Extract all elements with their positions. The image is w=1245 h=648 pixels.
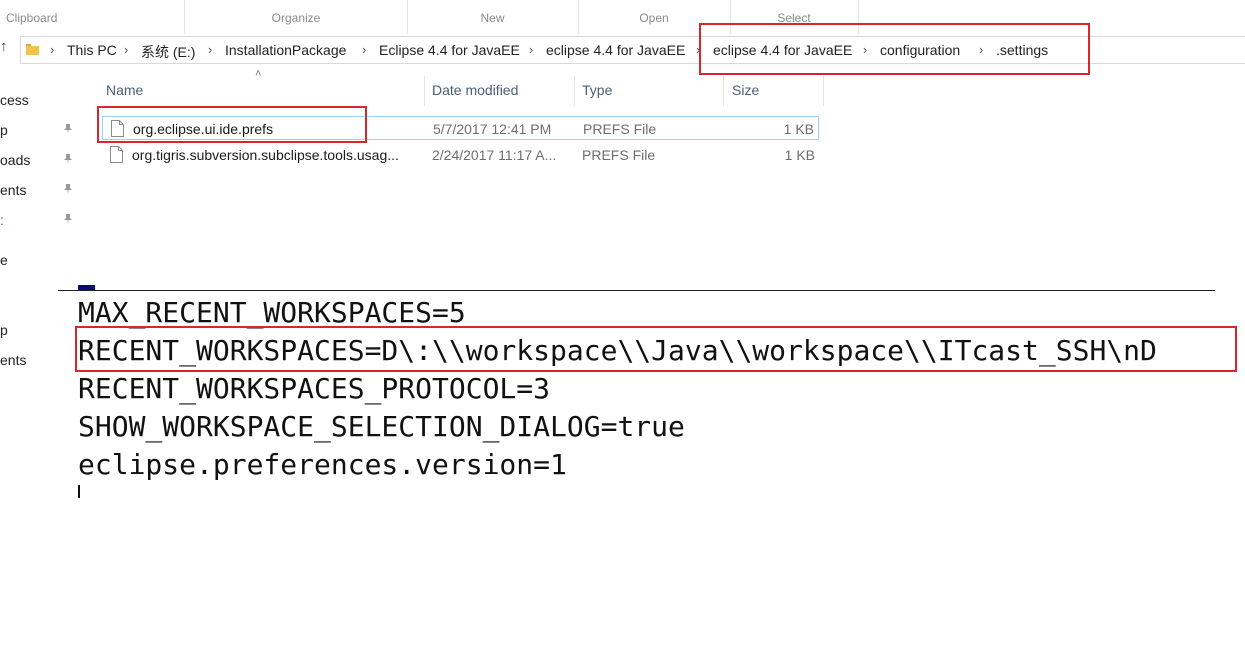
nav-item-downloads[interactable]: oads bbox=[0, 152, 30, 168]
pin-icon bbox=[64, 214, 72, 224]
breadcrumb-drive-e[interactable]: 系统 (E:) bbox=[141, 42, 195, 62]
editor-divider bbox=[58, 290, 1215, 291]
column-header-name[interactable]: Name bbox=[106, 82, 143, 98]
sort-ascending-icon: ˄ bbox=[255, 68, 262, 80]
pin-icon bbox=[64, 184, 72, 194]
ribbon-group-new: New bbox=[407, 0, 579, 34]
nav-item-pictures[interactable]: : bbox=[0, 212, 4, 228]
nav-item-documents-2[interactable]: ents bbox=[0, 352, 26, 368]
editor-line-1: MAX_RECENT_WORKSPACES=5 bbox=[78, 296, 466, 329]
column-divider[interactable] bbox=[574, 76, 575, 106]
text-cursor bbox=[78, 485, 80, 498]
file-icon bbox=[110, 146, 123, 163]
breadcrumb-this-pc[interactable]: This PC bbox=[67, 42, 117, 58]
chevron-right-icon[interactable]: › bbox=[124, 42, 128, 57]
file-type: PREFS File bbox=[582, 147, 656, 163]
file-date: 2/24/2017 11:17 A... bbox=[432, 147, 557, 163]
file-size: 1 KB bbox=[783, 121, 814, 137]
file-size: 1 KB bbox=[784, 147, 815, 163]
column-divider[interactable] bbox=[424, 76, 425, 106]
column-header-date[interactable]: Date modified bbox=[432, 82, 518, 98]
editor-line-4: SHOW_WORKSPACE_SELECTION_DIALOG=true bbox=[78, 410, 685, 443]
nav-item-documents[interactable]: ents bbox=[0, 182, 26, 198]
pin-icon bbox=[64, 154, 72, 164]
chevron-right-icon[interactable]: › bbox=[208, 42, 212, 57]
pin-icon bbox=[64, 124, 72, 134]
highlight-box-file bbox=[97, 106, 367, 143]
file-name: org.tigris.subversion.subclipse.tools.us… bbox=[132, 147, 399, 163]
nav-item-quick-access[interactable]: cess bbox=[0, 92, 29, 108]
chevron-right-icon[interactable]: › bbox=[529, 42, 533, 57]
column-divider[interactable] bbox=[723, 76, 724, 106]
editor-line-5: eclipse.preferences.version=1 bbox=[78, 448, 567, 481]
ribbon-group-organize: Organize bbox=[185, 0, 408, 34]
file-date: 5/7/2017 12:41 PM bbox=[433, 121, 552, 137]
nav-item-desktop-2[interactable]: p bbox=[0, 322, 8, 338]
highlight-box-line bbox=[75, 326, 1237, 372]
nav-item-desktop[interactable]: p bbox=[0, 122, 8, 138]
breadcrumb-eclipse-2[interactable]: eclipse 4.4 for JavaEE bbox=[546, 42, 685, 58]
editor-line-3: RECENT_WORKSPACES_PROTOCOL=3 bbox=[78, 372, 551, 405]
nav-item-folder[interactable]: e bbox=[0, 252, 8, 268]
chevron-right-icon[interactable]: › bbox=[362, 42, 366, 57]
folder-icon bbox=[26, 44, 39, 55]
breadcrumb-eclipse-1[interactable]: Eclipse 4.4 for JavaEE bbox=[379, 42, 520, 58]
file-type: PREFS File bbox=[583, 121, 657, 137]
column-header-type[interactable]: Type bbox=[582, 82, 612, 98]
ribbon-group-clipboard: Clipboard bbox=[0, 0, 185, 34]
highlight-box-path bbox=[699, 23, 1090, 75]
breadcrumb-installationpackage[interactable]: InstallationPackage bbox=[225, 42, 346, 58]
chevron-right-icon[interactable]: › bbox=[50, 42, 54, 57]
up-arrow-icon[interactable]: ↑ bbox=[0, 38, 8, 55]
column-divider[interactable] bbox=[823, 76, 824, 106]
column-header-size[interactable]: Size bbox=[732, 82, 759, 98]
table-row[interactable]: org.tigris.subversion.subclipse.tools.us… bbox=[102, 143, 819, 167]
